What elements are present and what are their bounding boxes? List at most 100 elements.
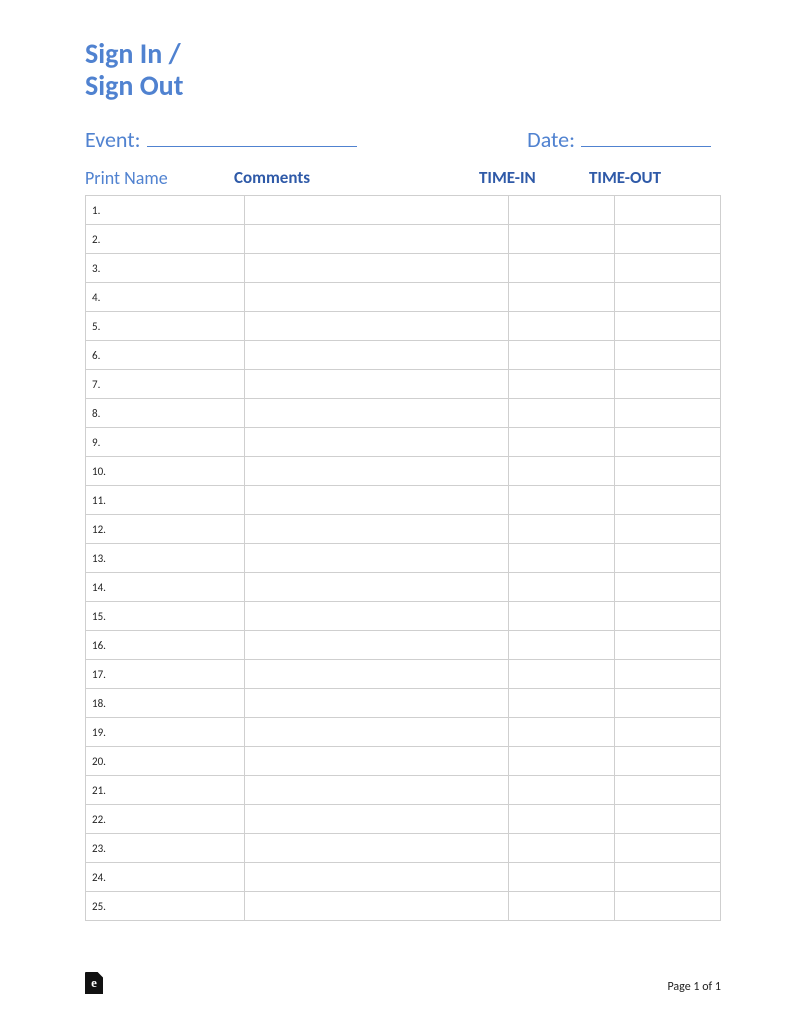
time-in-cell[interactable] xyxy=(509,834,615,863)
comments-cell[interactable] xyxy=(244,863,509,892)
row-number-cell[interactable]: 22. xyxy=(86,805,245,834)
time-out-cell[interactable] xyxy=(615,341,721,370)
time-out-cell[interactable] xyxy=(615,689,721,718)
time-out-cell[interactable] xyxy=(615,631,721,660)
time-in-cell[interactable] xyxy=(509,428,615,457)
comments-cell[interactable] xyxy=(244,660,509,689)
row-number-cell[interactable]: 2. xyxy=(86,225,245,254)
time-out-cell[interactable] xyxy=(615,370,721,399)
row-number-cell[interactable]: 20. xyxy=(86,747,245,776)
time-out-cell[interactable] xyxy=(615,196,721,225)
time-in-cell[interactable] xyxy=(509,863,615,892)
time-out-cell[interactable] xyxy=(615,834,721,863)
comments-cell[interactable] xyxy=(244,776,509,805)
time-out-cell[interactable] xyxy=(615,254,721,283)
time-out-cell[interactable] xyxy=(615,805,721,834)
comments-cell[interactable] xyxy=(244,225,509,254)
time-out-cell[interactable] xyxy=(615,718,721,747)
date-input-line[interactable] xyxy=(581,124,711,147)
time-out-cell[interactable] xyxy=(615,892,721,921)
row-number-cell[interactable]: 8. xyxy=(86,399,245,428)
comments-cell[interactable] xyxy=(244,689,509,718)
comments-cell[interactable] xyxy=(244,312,509,341)
comments-cell[interactable] xyxy=(244,544,509,573)
comments-cell[interactable] xyxy=(244,834,509,863)
row-number-cell[interactable]: 14. xyxy=(86,573,245,602)
time-out-cell[interactable] xyxy=(615,225,721,254)
time-in-cell[interactable] xyxy=(509,370,615,399)
row-number-cell[interactable]: 18. xyxy=(86,689,245,718)
row-number-cell[interactable]: 6. xyxy=(86,341,245,370)
comments-cell[interactable] xyxy=(244,747,509,776)
row-number-cell[interactable]: 7. xyxy=(86,370,245,399)
time-in-cell[interactable] xyxy=(509,515,615,544)
time-out-cell[interactable] xyxy=(615,486,721,515)
time-in-cell[interactable] xyxy=(509,457,615,486)
time-in-cell[interactable] xyxy=(509,486,615,515)
time-in-cell[interactable] xyxy=(509,805,615,834)
time-in-cell[interactable] xyxy=(509,689,615,718)
time-in-cell[interactable] xyxy=(509,254,615,283)
time-in-cell[interactable] xyxy=(509,631,615,660)
time-in-cell[interactable] xyxy=(509,196,615,225)
time-out-cell[interactable] xyxy=(615,602,721,631)
row-number-cell[interactable]: 15. xyxy=(86,602,245,631)
row-number-cell[interactable]: 17. xyxy=(86,660,245,689)
comments-cell[interactable] xyxy=(244,196,509,225)
time-in-cell[interactable] xyxy=(509,399,615,428)
time-in-cell[interactable] xyxy=(509,544,615,573)
row-number-cell[interactable]: 24. xyxy=(86,863,245,892)
comments-cell[interactable] xyxy=(244,341,509,370)
time-in-cell[interactable] xyxy=(509,602,615,631)
row-number-cell[interactable]: 23. xyxy=(86,834,245,863)
row-number-cell[interactable]: 10. xyxy=(86,457,245,486)
time-in-cell[interactable] xyxy=(509,225,615,254)
comments-cell[interactable] xyxy=(244,486,509,515)
time-out-cell[interactable] xyxy=(615,399,721,428)
time-in-cell[interactable] xyxy=(509,747,615,776)
comments-cell[interactable] xyxy=(244,631,509,660)
comments-cell[interactable] xyxy=(244,602,509,631)
comments-cell[interactable] xyxy=(244,718,509,747)
comments-cell[interactable] xyxy=(244,573,509,602)
comments-cell[interactable] xyxy=(244,370,509,399)
event-input-line[interactable] xyxy=(147,124,357,147)
comments-cell[interactable] xyxy=(244,399,509,428)
comments-cell[interactable] xyxy=(244,805,509,834)
row-number-cell[interactable]: 3. xyxy=(86,254,245,283)
comments-cell[interactable] xyxy=(244,515,509,544)
time-in-cell[interactable] xyxy=(509,573,615,602)
time-out-cell[interactable] xyxy=(615,660,721,689)
comments-cell[interactable] xyxy=(244,254,509,283)
comments-cell[interactable] xyxy=(244,428,509,457)
row-number-cell[interactable]: 25. xyxy=(86,892,245,921)
row-number-cell[interactable]: 21. xyxy=(86,776,245,805)
time-out-cell[interactable] xyxy=(615,573,721,602)
comments-cell[interactable] xyxy=(244,283,509,312)
time-out-cell[interactable] xyxy=(615,312,721,341)
row-number-cell[interactable]: 12. xyxy=(86,515,245,544)
time-in-cell[interactable] xyxy=(509,341,615,370)
row-number-cell[interactable]: 16. xyxy=(86,631,245,660)
row-number-cell[interactable]: 19. xyxy=(86,718,245,747)
row-number-cell[interactable]: 13. xyxy=(86,544,245,573)
time-out-cell[interactable] xyxy=(615,428,721,457)
row-number-cell[interactable]: 11. xyxy=(86,486,245,515)
time-out-cell[interactable] xyxy=(615,515,721,544)
comments-cell[interactable] xyxy=(244,892,509,921)
row-number-cell[interactable]: 9. xyxy=(86,428,245,457)
time-out-cell[interactable] xyxy=(615,457,721,486)
comments-cell[interactable] xyxy=(244,457,509,486)
time-out-cell[interactable] xyxy=(615,863,721,892)
row-number-cell[interactable]: 1. xyxy=(86,196,245,225)
time-in-cell[interactable] xyxy=(509,283,615,312)
time-out-cell[interactable] xyxy=(615,747,721,776)
time-out-cell[interactable] xyxy=(615,544,721,573)
row-number-cell[interactable]: 5. xyxy=(86,312,245,341)
time-in-cell[interactable] xyxy=(509,776,615,805)
time-in-cell[interactable] xyxy=(509,718,615,747)
time-in-cell[interactable] xyxy=(509,312,615,341)
time-out-cell[interactable] xyxy=(615,283,721,312)
time-in-cell[interactable] xyxy=(509,660,615,689)
row-number-cell[interactable]: 4. xyxy=(86,283,245,312)
